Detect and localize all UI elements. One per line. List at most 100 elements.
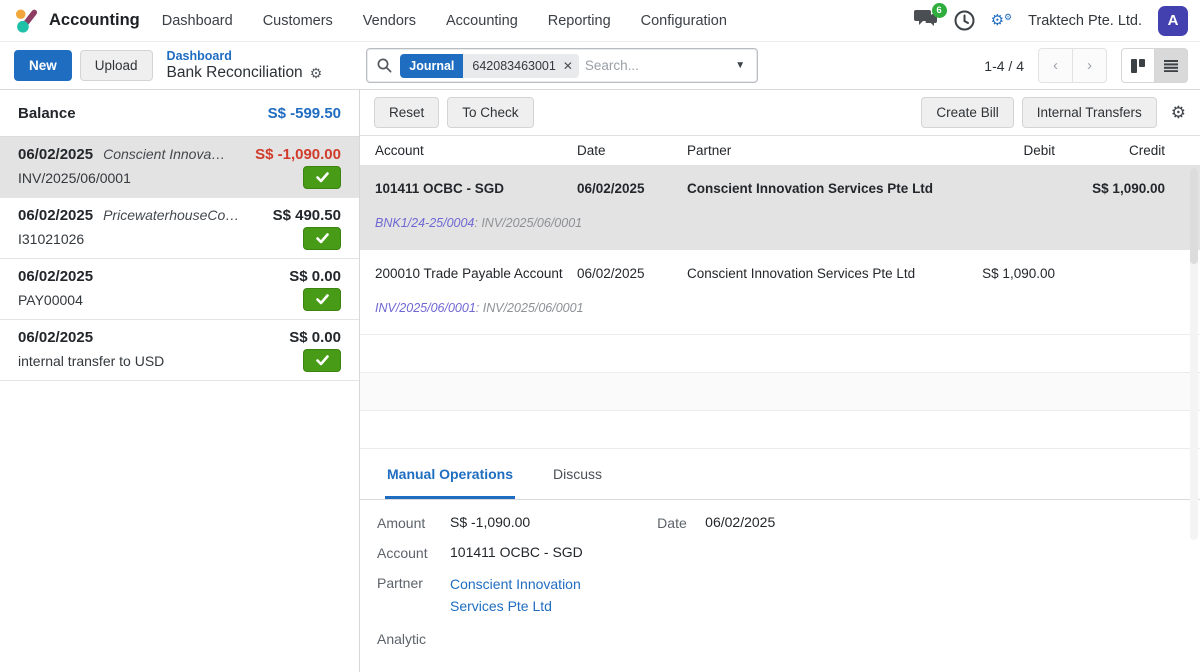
empty-table-row [360, 411, 1200, 449]
account-field[interactable]: 101411 OCBC - SGD [450, 544, 583, 561]
partner-field-link[interactable]: Conscient Innovation Services Pte Ltd [450, 574, 600, 617]
statement-list-panel: Balance S$ -599.50 06/02/2025 Conscient … [0, 90, 360, 672]
reset-button[interactable]: Reset [374, 97, 439, 128]
messages-icon[interactable]: 6 [914, 8, 938, 33]
new-button[interactable]: New [14, 50, 72, 81]
line-amount: S$ 0.00 [289, 329, 341, 346]
cell-partner: Conscient Innovation Services Pte Ltd [687, 181, 935, 196]
to-check-button[interactable]: To Check [447, 97, 533, 128]
action-bar: Reset To Check Create Bill Internal Tran… [360, 90, 1200, 136]
top-navbar: Accounting Dashboard Customers Vendors A… [0, 0, 1200, 42]
cell-partner: Conscient Innovation Services Pte Ltd [687, 266, 935, 281]
facet-label: Journal [400, 54, 463, 78]
balance-row: Balance S$ -599.50 [0, 90, 359, 137]
scrollbar-thumb[interactable] [1190, 168, 1198, 264]
validate-check-button[interactable] [303, 227, 341, 250]
line-date: 06/02/2025 [18, 207, 93, 224]
move-link[interactable]: INV/2025/06/0001 [375, 301, 476, 315]
app-logo-icon[interactable] [14, 7, 41, 34]
reconciliation-panel: Reset To Check Create Bill Internal Tran… [360, 90, 1200, 672]
empty-table-row [360, 373, 1200, 411]
activities-clock-icon[interactable] [954, 10, 975, 31]
cell-account: 200010 Trade Payable Account [375, 266, 577, 281]
account-label: Account [377, 544, 450, 561]
col-account[interactable]: Account [375, 143, 577, 158]
move-ref: : INV/2025/06/0001 [476, 301, 584, 315]
balance-label: Balance [18, 105, 76, 122]
validate-check-button[interactable] [303, 349, 341, 372]
col-partner[interactable]: Partner [687, 143, 935, 158]
table-header-row: Account Date Partner Debit Credit [360, 136, 1200, 165]
notebook-tabs: Manual Operations Discuss [360, 449, 1200, 500]
settings-gears-icon[interactable]: ⚙⚙ [991, 13, 1013, 28]
pager-counter: 1-4 / 4 [984, 58, 1024, 74]
cell-date: 06/02/2025 [577, 181, 687, 196]
statement-line-1[interactable]: 06/02/2025 Conscient Innova… S$ -1,090.0… [0, 137, 359, 198]
validate-check-button[interactable] [303, 288, 341, 311]
menu-configuration[interactable]: Configuration [641, 13, 727, 29]
statement-line-2[interactable]: 06/02/2025 PricewaterhouseCo… S$ 490.50 … [0, 198, 359, 259]
table-row[interactable]: 101411 OCBC - SGD 06/02/2025 Conscient I… [360, 165, 1200, 212]
move-link[interactable]: BNK1/24-25/0004 [375, 216, 474, 230]
date-field[interactable]: 06/02/2025 [705, 514, 775, 531]
line-partner: Conscient Innova… [103, 146, 247, 162]
create-bill-button[interactable]: Create Bill [921, 97, 1013, 128]
cell-account: 101411 OCBC - SGD [375, 181, 577, 196]
tab-manual-operations[interactable]: Manual Operations [385, 466, 515, 499]
line-amount: S$ 490.50 [273, 207, 341, 224]
breadcrumb[interactable]: Dashboard [167, 49, 323, 63]
internal-transfers-button[interactable]: Internal Transfers [1022, 97, 1157, 128]
search-bar[interactable]: Journal 642083463001 ✕ ▼ [366, 48, 758, 83]
facet-value: 642083463001 [472, 59, 555, 73]
company-name[interactable]: Traktech Pte. Ltd. [1028, 13, 1142, 29]
control-bar: New Upload Dashboard Bank Reconciliation… [0, 42, 1200, 90]
line-amount: S$ -1,090.00 [255, 146, 341, 163]
line-date: 06/02/2025 [18, 146, 93, 163]
statement-line-3[interactable]: 06/02/2025 S$ 0.00 PAY00004 [0, 259, 359, 320]
table-subrow: INV/2025/06/0001 : INV/2025/06/0001 [360, 297, 1200, 335]
menu-reporting[interactable]: Reporting [548, 13, 611, 29]
line-date: 06/02/2025 [18, 329, 93, 346]
panel-gear-icon[interactable]: ⚙ [1171, 103, 1186, 123]
messages-count-badge: 6 [932, 3, 947, 18]
line-amount: S$ 0.00 [289, 268, 341, 285]
table-row[interactable]: 200010 Trade Payable Account 06/02/2025 … [360, 250, 1200, 297]
validate-check-button[interactable] [303, 166, 341, 189]
menu-vendors[interactable]: Vendors [363, 13, 416, 29]
search-facet-journal: Journal 642083463001 ✕ [400, 54, 579, 78]
user-avatar[interactable]: A [1158, 6, 1188, 36]
pager-prev-button[interactable]: ‹ [1038, 48, 1073, 83]
line-ref: INV/2025/06/0001 [18, 170, 131, 186]
search-input[interactable] [585, 58, 723, 73]
menu-customers[interactable]: Customers [263, 13, 333, 29]
app-name[interactable]: Accounting [49, 11, 140, 30]
cell-date: 06/02/2025 [577, 266, 687, 281]
pager-next-button[interactable]: › [1072, 48, 1107, 83]
upload-button[interactable]: Upload [80, 50, 153, 81]
partner-label: Partner [377, 574, 450, 617]
cell-credit: S$ 1,090.00 [1055, 181, 1165, 196]
title-gear-icon[interactable]: ⚙ [310, 65, 323, 81]
date-label: Date [657, 514, 705, 531]
manual-operations-form: Amount S$ -1,090.00 Date 06/02/2025 Acco… [360, 500, 1200, 672]
statement-line-4[interactable]: 06/02/2025 S$ 0.00 internal transfer to … [0, 320, 359, 381]
move-ref: : INV/2025/06/0001 [474, 216, 582, 230]
analytic-label: Analytic [377, 630, 450, 647]
line-ref: PAY00004 [18, 292, 83, 308]
menu-accounting[interactable]: Accounting [446, 13, 518, 29]
balance-value: S$ -599.50 [268, 105, 341, 122]
menu-dashboard[interactable]: Dashboard [162, 13, 233, 29]
tab-discuss[interactable]: Discuss [551, 466, 604, 499]
col-credit[interactable]: Credit [1055, 143, 1165, 158]
kanban-view-button[interactable] [1121, 48, 1155, 83]
line-partner: PricewaterhouseCo… [103, 207, 265, 223]
facet-remove-icon[interactable]: ✕ [563, 59, 573, 73]
col-date[interactable]: Date [577, 143, 687, 158]
col-debit[interactable]: Debit [935, 143, 1055, 158]
empty-table-row [360, 335, 1200, 373]
scrollbar-track[interactable] [1190, 168, 1198, 540]
list-view-button[interactable] [1154, 48, 1188, 83]
search-dropdown-caret-icon[interactable]: ▼ [723, 49, 757, 82]
line-ref: internal transfer to USD [18, 353, 164, 369]
line-date: 06/02/2025 [18, 268, 93, 285]
